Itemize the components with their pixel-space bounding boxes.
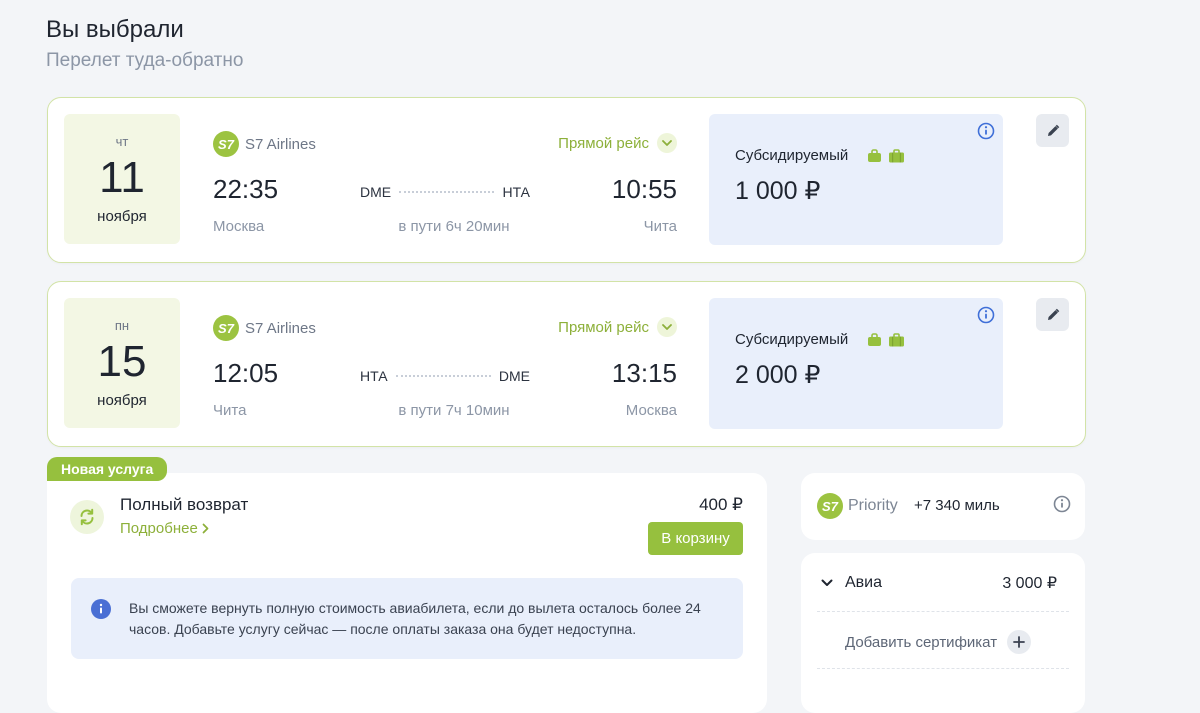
chevron-right-icon xyxy=(202,523,209,534)
departure-airport-code: DME xyxy=(360,184,392,200)
refund-info-note: Вы сможете вернуть полную стоимость авиа… xyxy=(71,578,743,659)
pencil-icon xyxy=(1047,308,1059,320)
suitcase-icon xyxy=(889,149,904,163)
summary-amount: 3 000 ₽ xyxy=(1002,575,1057,592)
date-box: чт 11 ноября xyxy=(64,114,180,244)
airline-name: S7 Airlines xyxy=(245,319,316,337)
arrival-city: Москва xyxy=(625,402,677,419)
route-line xyxy=(395,375,491,377)
flight-duration: в пути 6ч 20мин xyxy=(398,218,510,235)
arrival-time: 10:55 xyxy=(611,174,677,204)
more-link[interactable]: Подробнее xyxy=(120,520,209,537)
date-weekday: пн xyxy=(114,318,130,333)
departure-city: Чита xyxy=(213,402,247,419)
date-month: ноября xyxy=(97,208,147,225)
price-summary-card: Авиа 3 000 ₽ Добавить сертификат xyxy=(801,553,1085,713)
suitcase-icon xyxy=(889,333,904,347)
s7-logo-icon: S7 xyxy=(817,493,843,519)
info-icon[interactable] xyxy=(977,306,995,329)
more-link-label: Подробнее xyxy=(120,520,198,537)
route: НТА DME xyxy=(360,368,530,384)
departure-time: 22:35 xyxy=(213,174,279,204)
airline-name: S7 Airlines xyxy=(245,135,316,153)
direct-flight-toggle[interactable]: Прямой рейс xyxy=(558,133,677,153)
chevron-down-icon xyxy=(657,133,677,153)
flight-card-return: пн 15 ноября S7 S7 Airlines Прямой рейс … xyxy=(47,281,1086,447)
refund-service-card: Полный возврат Подробнее 400 ₽ В корзину… xyxy=(47,473,767,713)
refund-note-text: Вы сможете вернуть полную стоимость авиа… xyxy=(129,600,701,637)
page-title: Вы выбрали xyxy=(46,16,184,43)
pencil-icon xyxy=(1047,124,1059,136)
arrival-airport-code: НТА xyxy=(502,184,530,200)
edit-button[interactable] xyxy=(1036,298,1069,331)
date-weekday: чт xyxy=(115,134,129,149)
date-day: 11 xyxy=(99,153,145,202)
fare-box: Субсидируемый 2 000 ₽ xyxy=(709,298,1003,429)
add-certificate-button[interactable]: Добавить сертификат xyxy=(845,630,1032,654)
hand-bag-icon xyxy=(868,149,881,162)
direct-flight-toggle[interactable]: Прямой рейс xyxy=(558,317,677,337)
summary-avia-row[interactable]: Авиа 3 000 ₽ xyxy=(821,573,1057,593)
priority-miles: +7 340 миль xyxy=(914,497,1000,514)
divider xyxy=(817,611,1069,612)
baggage-icons xyxy=(867,149,905,163)
info-icon[interactable] xyxy=(1053,495,1071,518)
arrival-airport-code: DME xyxy=(498,368,530,384)
date-box: пн 15 ноября xyxy=(64,298,180,428)
s7-priority-logo: S7 Priority xyxy=(817,493,898,519)
add-to-cart-button[interactable]: В корзину xyxy=(648,522,743,555)
refresh-icon xyxy=(70,500,104,534)
hand-bag-icon xyxy=(868,333,881,346)
summary-label: Авиа xyxy=(845,574,883,591)
page-subtitle: Перелет туда-обратно xyxy=(46,50,244,71)
flight-duration: в пути 7ч 10мин xyxy=(398,402,510,419)
plus-icon xyxy=(1007,630,1032,654)
route: DME НТА xyxy=(360,184,530,200)
direct-flight-label: Прямой рейс xyxy=(558,134,649,152)
arrival-time: 13:15 xyxy=(611,358,677,388)
airline: S7 S7 Airlines xyxy=(213,315,316,341)
s7-logo-icon: S7 xyxy=(213,131,239,157)
divider xyxy=(817,668,1069,669)
departure-airport-code: НТА xyxy=(360,368,388,384)
chevron-down-icon xyxy=(821,579,833,586)
direct-flight-label: Прямой рейс xyxy=(558,318,649,336)
route-line xyxy=(399,191,495,193)
refund-title: Полный возврат xyxy=(120,495,249,514)
priority-card: S7 Priority +7 340 миль xyxy=(801,473,1085,540)
s7-logo-icon: S7 xyxy=(213,315,239,341)
date-day: 15 xyxy=(97,337,147,386)
new-service-badge: Новая услуга xyxy=(47,457,168,481)
flight-card-outbound: чт 11 ноября S7 S7 Airlines Прямой рейс … xyxy=(47,97,1086,263)
baggage-icons xyxy=(867,333,905,347)
info-icon[interactable] xyxy=(977,122,995,145)
info-icon xyxy=(91,599,111,624)
priority-label: Priority xyxy=(848,497,898,514)
arrival-city: Чита xyxy=(643,218,677,235)
edit-button[interactable] xyxy=(1036,114,1069,147)
date-month: ноября xyxy=(97,392,147,409)
chevron-down-icon xyxy=(657,317,677,337)
fare-name: Субсидируемый xyxy=(735,147,849,164)
airline: S7 S7 Airlines xyxy=(213,131,316,157)
fare-price: 2 000 ₽ xyxy=(735,361,821,389)
refund-price: 400 ₽ xyxy=(699,495,743,514)
fare-box: Субсидируемый 1 000 ₽ xyxy=(709,114,1003,245)
departure-time: 12:05 xyxy=(213,358,279,388)
fare-name: Субсидируемый xyxy=(735,331,849,348)
fare-price: 1 000 ₽ xyxy=(735,177,821,205)
departure-city: Москва xyxy=(213,218,265,235)
add-certificate-label: Добавить сертификат xyxy=(845,633,998,651)
